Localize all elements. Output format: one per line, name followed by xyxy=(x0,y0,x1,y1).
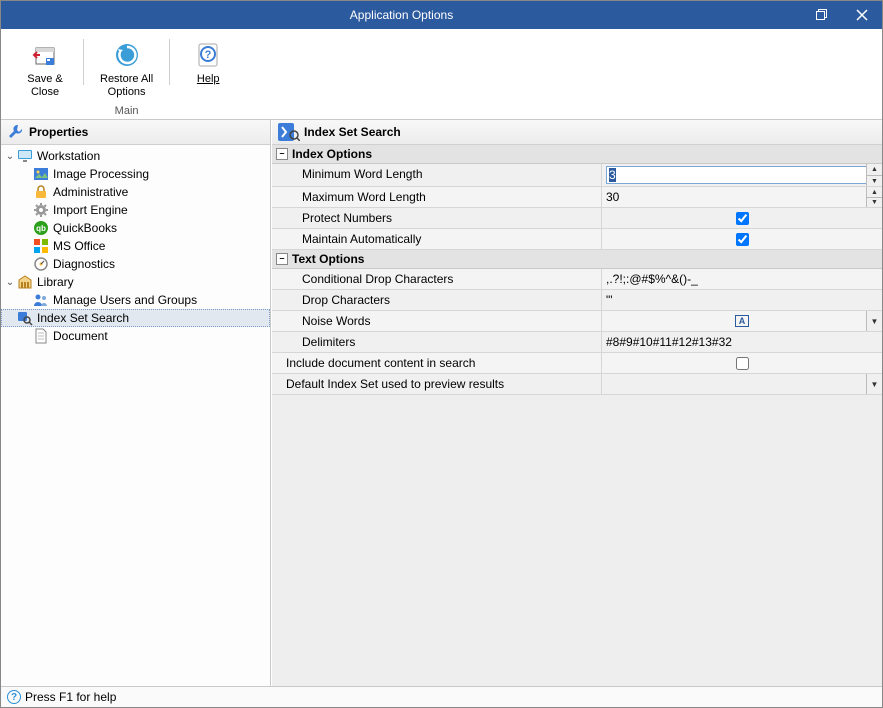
properties-sidebar: Properties ⌄ Workstation Image Processin… xyxy=(1,120,271,686)
tree-node-quickbooks[interactable]: qb QuickBooks xyxy=(1,219,270,237)
row-default-set: Default Index Set used to preview result… xyxy=(272,374,882,395)
min-word-length-input[interactable] xyxy=(606,166,878,184)
tree-node-ms-office[interactable]: MS Office xyxy=(1,237,270,255)
spinner-control[interactable]: ▲▼ xyxy=(866,187,882,207)
tree-node-import-engine[interactable]: Import Engine xyxy=(1,201,270,219)
section-index-options: – Index Options xyxy=(272,145,882,164)
expand-toggle[interactable]: ⌄ xyxy=(3,277,17,288)
row-maintain-auto: Maintain Automatically xyxy=(272,229,882,250)
row-noise-words: Noise Words A ▼ xyxy=(272,311,882,332)
gear-icon xyxy=(33,202,49,218)
row-include-doc: Include document content in search xyxy=(272,353,882,374)
properties-tree[interactable]: ⌄ Workstation Image Processing Administr… xyxy=(1,145,270,686)
wrench-icon xyxy=(7,123,25,141)
protect-numbers-checkbox[interactable] xyxy=(736,212,749,225)
help-label: Help xyxy=(197,73,220,86)
help-status-icon: ? xyxy=(7,690,21,704)
office-icon xyxy=(33,238,49,254)
restore-all-button[interactable]: Restore All Options xyxy=(92,35,161,103)
status-bar: ? Press F1 for help xyxy=(1,686,882,707)
collapse-toggle[interactable]: – xyxy=(276,148,288,160)
tree-node-administrative[interactable]: Administrative xyxy=(1,183,270,201)
close-icon xyxy=(856,9,868,21)
property-grid: – Index Options Minimum Word Length ▲▼ M… xyxy=(272,145,882,686)
monitor-icon xyxy=(17,148,33,164)
row-drop-chars: Drop Characters xyxy=(272,290,882,311)
tree-node-workstation[interactable]: ⌄ Workstation xyxy=(1,147,270,165)
svg-text:qb: qb xyxy=(36,224,46,233)
status-text: Press F1 for help xyxy=(25,690,116,704)
save-close-button[interactable]: Save & Close xyxy=(15,35,75,103)
row-max-word-length: Maximum Word Length ▲▼ xyxy=(272,187,882,208)
image-icon xyxy=(33,166,49,182)
index-search-header-icon xyxy=(278,123,300,141)
main-header: Index Set Search xyxy=(272,120,882,145)
library-icon xyxy=(17,274,33,290)
dropdown-arrow[interactable]: ▼ xyxy=(866,374,882,394)
tree-node-index-set-search[interactable]: Index Set Search xyxy=(1,309,270,327)
restore-all-label: Restore All Options xyxy=(100,73,153,99)
collapse-toggle[interactable]: – xyxy=(276,253,288,265)
tree-node-diagnostics[interactable]: Diagnostics xyxy=(1,255,270,273)
window-title: Application Options xyxy=(1,8,802,22)
tree-node-manage-users[interactable]: Manage Users and Groups xyxy=(1,291,270,309)
include-doc-checkbox[interactable] xyxy=(736,357,749,370)
row-protect-numbers: Protect Numbers xyxy=(272,208,882,229)
lock-icon xyxy=(33,184,49,200)
main-panel: Index Set Search – Index Options Minimum… xyxy=(271,120,882,686)
restore-window-button[interactable] xyxy=(802,1,842,29)
search-icon xyxy=(17,310,33,326)
ribbon-group-main: Save & Close Restore All Options ? Help … xyxy=(9,35,244,117)
document-icon xyxy=(33,328,49,344)
tree-node-image-processing[interactable]: Image Processing xyxy=(1,165,270,183)
tree-node-document[interactable]: Document xyxy=(1,327,270,345)
drop-chars-input[interactable] xyxy=(606,293,878,307)
delimiters-input[interactable] xyxy=(606,335,878,349)
row-delimiters: Delimiters xyxy=(272,332,882,353)
ribbon-group-label: Main xyxy=(115,105,139,117)
quickbooks-icon: qb xyxy=(33,220,49,236)
save-close-icon xyxy=(29,39,61,71)
row-cond-drop: Conditional Drop Characters xyxy=(272,269,882,290)
help-button[interactable]: ? Help xyxy=(178,35,238,103)
users-icon xyxy=(33,292,49,308)
spinner-control[interactable]: ▲▼ xyxy=(866,164,882,186)
diagnostics-icon xyxy=(33,256,49,272)
dropdown-arrow[interactable]: ▼ xyxy=(866,311,882,331)
help-icon: ? xyxy=(192,39,224,71)
restore-all-icon xyxy=(111,39,143,71)
row-min-word-length: Minimum Word Length ▲▼ xyxy=(272,164,882,187)
default-set-input[interactable] xyxy=(606,377,878,391)
svg-text:?: ? xyxy=(205,49,212,61)
save-close-label: Save & Close xyxy=(27,73,62,99)
expand-toggle[interactable]: ⌄ xyxy=(3,151,17,162)
section-text-options: – Text Options xyxy=(272,250,882,269)
tree-node-library[interactable]: ⌄ Library xyxy=(1,273,270,291)
noise-words-badge: A xyxy=(735,315,750,327)
max-word-length-input[interactable] xyxy=(606,190,878,204)
title-bar: Application Options xyxy=(1,1,882,29)
maintain-auto-checkbox[interactable] xyxy=(736,233,749,246)
properties-header: Properties xyxy=(1,120,270,145)
close-window-button[interactable] xyxy=(842,1,882,29)
ribbon-toolbar: Save & Close Restore All Options ? Help … xyxy=(1,29,882,120)
cond-drop-input[interactable] xyxy=(606,272,878,286)
restore-icon xyxy=(816,9,828,21)
